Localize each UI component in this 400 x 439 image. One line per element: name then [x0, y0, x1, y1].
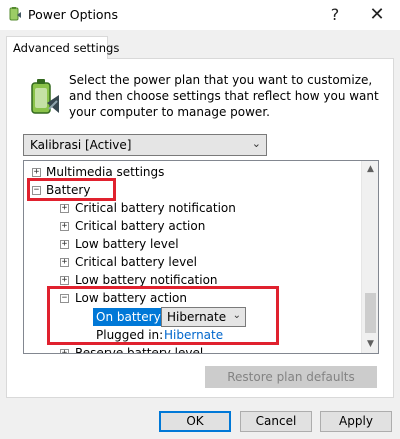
scroll-thumb[interactable]	[365, 293, 376, 333]
apply-button[interactable]: Apply	[320, 411, 392, 432]
cancel-button[interactable]: Cancel	[240, 411, 312, 432]
tree-item-label: Low battery level	[75, 237, 179, 251]
scroll-down-arrow-icon[interactable]: ▼	[362, 336, 378, 353]
expand-icon[interactable]: +	[60, 204, 69, 213]
expand-icon[interactable]: +	[32, 168, 41, 177]
tree-item-label: Critical battery notification	[75, 201, 236, 215]
scroll-up-arrow-icon[interactable]: ▲	[362, 161, 378, 178]
power-options-icon	[9, 7, 21, 21]
battery-plan-icon	[31, 79, 59, 114]
window-title: Power Options	[28, 7, 118, 22]
restore-plan-defaults-button[interactable]: Restore plan defaults	[205, 366, 377, 388]
vertical-scrollbar[interactable]: ▲ ▼	[361, 161, 378, 353]
power-plan-select[interactable]: Kalibrasi [Active] ⌄	[23, 134, 267, 156]
intro-text: Select the power plan that you want to c…	[69, 73, 379, 119]
tab-advanced-settings[interactable]: Advanced settings	[6, 36, 119, 59]
tree-item-label: Critical battery action	[75, 219, 206, 233]
power-plan-value: Kalibrasi [Active]	[30, 138, 132, 152]
expand-icon[interactable]: +	[60, 222, 69, 231]
expand-icon[interactable]: +	[60, 276, 69, 285]
help-button[interactable]: ?	[324, 4, 346, 26]
close-button[interactable]: ✕	[366, 4, 388, 26]
tree-item-label: Critical battery level	[75, 255, 197, 269]
expand-icon[interactable]: +	[60, 258, 69, 267]
advanced-settings-panel: Select the power plan that you want to c…	[6, 58, 394, 398]
tab-label: Advanced settings	[13, 41, 120, 55]
ok-button[interactable]: OK	[159, 411, 231, 432]
tree-item-label: Reserve battery level	[75, 346, 204, 354]
highlight-box-battery	[27, 178, 116, 201]
expand-icon[interactable]: +	[60, 240, 69, 249]
expand-icon[interactable]: +	[60, 349, 69, 353]
chevron-down-icon: ⌄	[251, 137, 261, 150]
highlight-box-low-battery-action	[47, 286, 279, 345]
